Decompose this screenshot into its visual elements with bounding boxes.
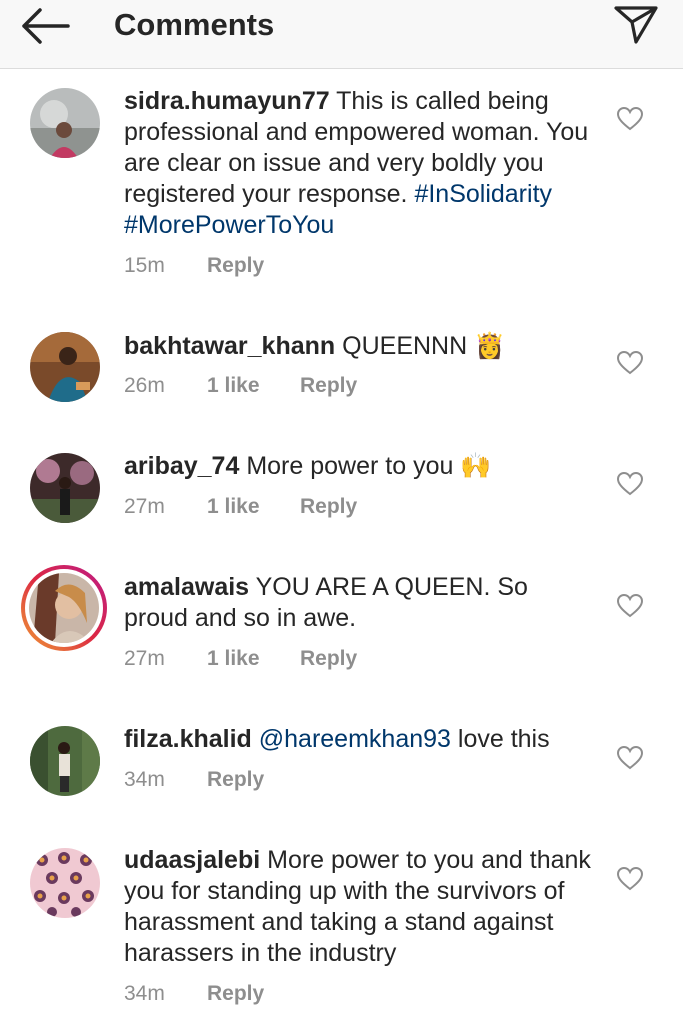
reply-button[interactable]: Reply (300, 373, 357, 399)
comment-username[interactable]: sidra.humayun77 (124, 87, 330, 115)
comment-text: filza.khalid @hareemkhan93 love this (124, 724, 594, 755)
mention-link[interactable]: @hareemkhan93 (259, 725, 451, 753)
heart-icon[interactable] (616, 745, 644, 770)
top-bar: Comments (0, 0, 683, 69)
reply-button[interactable]: Reply (207, 767, 264, 793)
comment-time: 27m (124, 495, 165, 518)
heart-icon[interactable] (616, 471, 644, 496)
reply-button[interactable]: Reply (300, 494, 357, 520)
page-title: Comments (114, 7, 275, 42)
comment-body: QUEENNN 👸 (342, 332, 506, 360)
comment-text: bakhtawar_khann QUEENNN 👸 (124, 331, 594, 362)
heart-icon[interactable] (616, 866, 644, 891)
comment-body: love this (457, 725, 550, 753)
comment-username[interactable]: bakhtawar_khann (124, 332, 335, 360)
heart-icon[interactable] (616, 593, 644, 618)
avatar[interactable] (29, 573, 99, 643)
comment-time: 34m (124, 768, 165, 791)
story-ring[interactable] (21, 565, 107, 651)
avatar[interactable] (30, 848, 100, 918)
comment-text: sidra.humayun77 This is called being pro… (124, 86, 594, 241)
comment-time: 34m (124, 982, 165, 1005)
likes-count[interactable]: 1 like (207, 494, 260, 520)
heart-icon[interactable] (616, 106, 644, 131)
comment-time: 26m (124, 374, 165, 397)
avatar[interactable] (30, 332, 100, 402)
paper-plane-icon[interactable] (612, 2, 660, 46)
comment-username[interactable]: amalawais (124, 573, 249, 601)
comment-body: More power to you 🙌 (246, 452, 492, 480)
comment-time: 27m (124, 647, 165, 670)
comment-time: 15m (124, 254, 165, 277)
comment-username[interactable]: udaasjalebi (124, 846, 260, 874)
hashtag-link[interactable]: #MorePowerToYou (124, 211, 334, 239)
hashtag-link[interactable]: #InSolidarity (414, 180, 552, 208)
reply-button[interactable]: Reply (300, 646, 357, 672)
avatar[interactable] (30, 453, 100, 523)
likes-count[interactable]: 1 like (207, 373, 260, 399)
comment-text: aribay_74 More power to you 🙌 (124, 451, 594, 482)
reply-button[interactable]: Reply (207, 253, 264, 279)
comment-username[interactable]: aribay_74 (124, 452, 239, 480)
likes-count[interactable]: 1 like (207, 646, 260, 672)
heart-icon[interactable] (616, 350, 644, 375)
back-arrow-icon[interactable] (18, 6, 72, 46)
comment-username[interactable]: filza.khalid (124, 725, 252, 753)
avatar[interactable] (30, 726, 100, 796)
avatar[interactable] (30, 88, 100, 158)
comment-text: amalawais YOU ARE A QUEEN. So proud and … (124, 572, 594, 634)
comment-text: udaasjalebi More power to you and thank … (124, 845, 594, 969)
reply-button[interactable]: Reply (207, 981, 264, 1007)
